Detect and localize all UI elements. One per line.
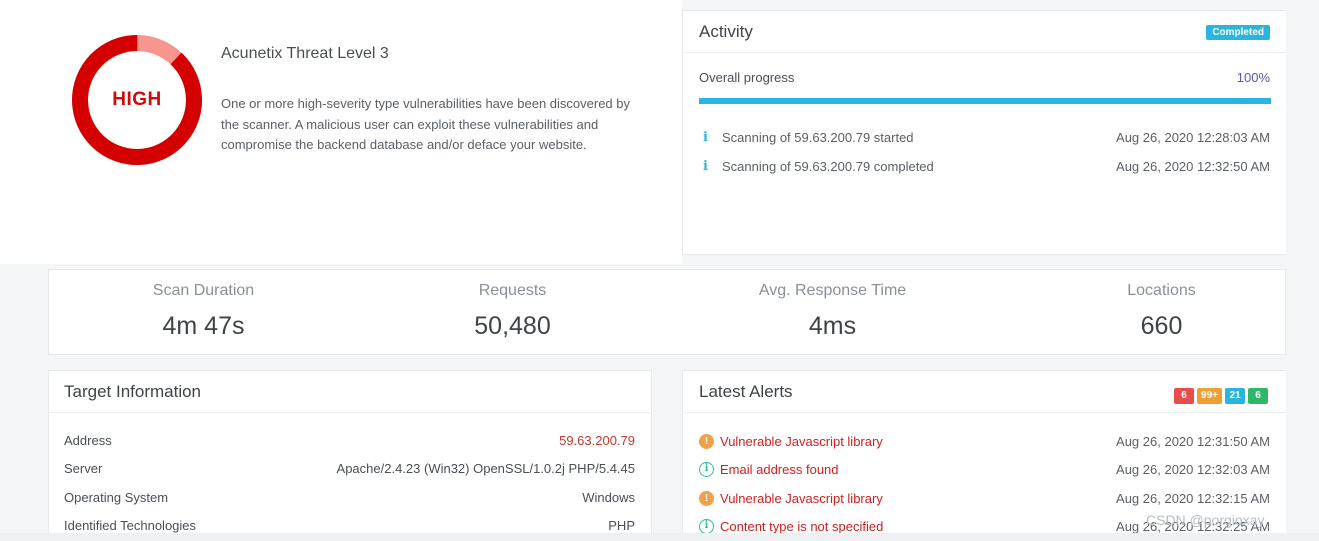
activity-event-message: Scanning of 59.63.200.79 completed xyxy=(722,159,934,174)
status-badge: Completed xyxy=(1206,25,1270,40)
stat-label: Locations xyxy=(1127,282,1196,299)
target-value: PHP xyxy=(608,518,635,533)
alert-item[interactable]: i Email address found Aug 26, 2020 12:32… xyxy=(699,461,1270,481)
target-row-address: Address 59.63.200.79 xyxy=(64,433,635,453)
alert-time: Aug 26, 2020 12:32:03 AM xyxy=(1116,462,1270,477)
threat-level-donut: HIGH xyxy=(71,34,203,166)
activity-panel: Activity Completed Overall progress 100%… xyxy=(682,10,1286,255)
alert-link[interactable]: Content type is not specified xyxy=(720,519,883,534)
stat-label: Requests xyxy=(478,282,547,299)
target-information-panel: Target Information Address 59.63.200.79 … xyxy=(48,370,652,541)
progress-bar-fill xyxy=(699,98,1271,104)
info-circle-icon: i xyxy=(699,462,714,477)
activity-event: i Scanning of 59.63.200.79 started Aug 2… xyxy=(699,129,1270,149)
target-row-os: Operating System Windows xyxy=(64,490,635,510)
target-value: Apache/2.4.23 (Win32) OpenSSL/1.0.2j PHP… xyxy=(336,461,635,476)
severity-info-badge[interactable]: 6 xyxy=(1248,388,1268,404)
target-key: Address xyxy=(64,433,112,448)
stat-label: Avg. Response Time xyxy=(758,282,907,299)
activity-event: i Scanning of 59.63.200.79 completed Aug… xyxy=(699,158,1270,178)
alert-time: Aug 26, 2020 12:32:15 AM xyxy=(1116,491,1270,506)
activity-event-message: Scanning of 59.63.200.79 started xyxy=(722,130,914,145)
alerts-title: Latest Alerts xyxy=(699,382,793,401)
info-circle-icon: i xyxy=(699,519,714,534)
progress-bar xyxy=(699,98,1271,104)
severity-medium-badge[interactable]: 99+ xyxy=(1197,388,1222,404)
activity-event-time: Aug 26, 2020 12:28:03 AM xyxy=(1116,130,1270,145)
stat-value: 4m 47s xyxy=(162,312,245,340)
stat-value: 660 xyxy=(1140,312,1183,340)
target-key: Identified Technologies xyxy=(64,518,197,533)
progress-value: 100% xyxy=(1236,70,1270,85)
activity-title: Activity xyxy=(699,22,753,41)
alert-item[interactable]: ! Vulnerable Javascript library Aug 26, … xyxy=(699,433,1270,453)
target-key: Server xyxy=(64,461,103,476)
alert-time: Aug 26, 2020 12:31:50 AM xyxy=(1116,434,1270,449)
alerts-header: Latest Alerts 6 99+ 21 6 xyxy=(683,371,1286,413)
watermark: CSDN @porgioxay xyxy=(1146,512,1265,528)
info-icon: i xyxy=(703,159,708,174)
threat-description: One or more high-severity type vulnerabi… xyxy=(221,96,630,152)
target-address-link[interactable]: 59.63.200.79 xyxy=(559,433,635,448)
warning-icon: ! xyxy=(699,491,714,506)
activity-header: Activity Completed xyxy=(683,11,1286,53)
threat-level-label: HIGH xyxy=(112,89,162,110)
stat-value: 4ms xyxy=(808,312,857,340)
severity-badges: 6 99+ 21 6 xyxy=(1171,385,1268,404)
alert-link[interactable]: Email address found xyxy=(720,462,839,477)
alert-link[interactable]: Vulnerable Javascript library xyxy=(720,434,883,449)
target-value: Windows xyxy=(582,490,635,505)
threat-title: Acunetix Threat Level 3 xyxy=(221,45,389,62)
bottom-strip xyxy=(0,533,1319,541)
threat-level-panel: HIGH Acunetix Threat Level 3 One or more… xyxy=(0,0,682,264)
stat-value: 50,480 xyxy=(474,312,551,340)
severity-low-badge[interactable]: 21 xyxy=(1225,388,1245,404)
progress-label: Overall progress xyxy=(699,70,795,85)
alert-link[interactable]: Vulnerable Javascript library xyxy=(720,491,883,506)
severity-high-badge[interactable]: 6 xyxy=(1174,388,1195,404)
stat-label: Scan Duration xyxy=(152,282,255,299)
target-row-server: Server Apache/2.4.23 (Win32) OpenSSL/1.0… xyxy=(64,461,635,481)
info-icon: i xyxy=(703,130,708,145)
scan-stats-bar: Scan Duration 4m 47s Requests 50,480 Avg… xyxy=(48,269,1286,355)
warning-icon: ! xyxy=(699,434,714,449)
alert-item[interactable]: ! Vulnerable Javascript library Aug 26, … xyxy=(699,490,1270,510)
target-key: Operating System xyxy=(64,490,169,505)
target-title: Target Information xyxy=(64,382,202,401)
activity-event-time: Aug 26, 2020 12:32:50 AM xyxy=(1116,159,1270,174)
target-header: Target Information xyxy=(49,371,651,413)
